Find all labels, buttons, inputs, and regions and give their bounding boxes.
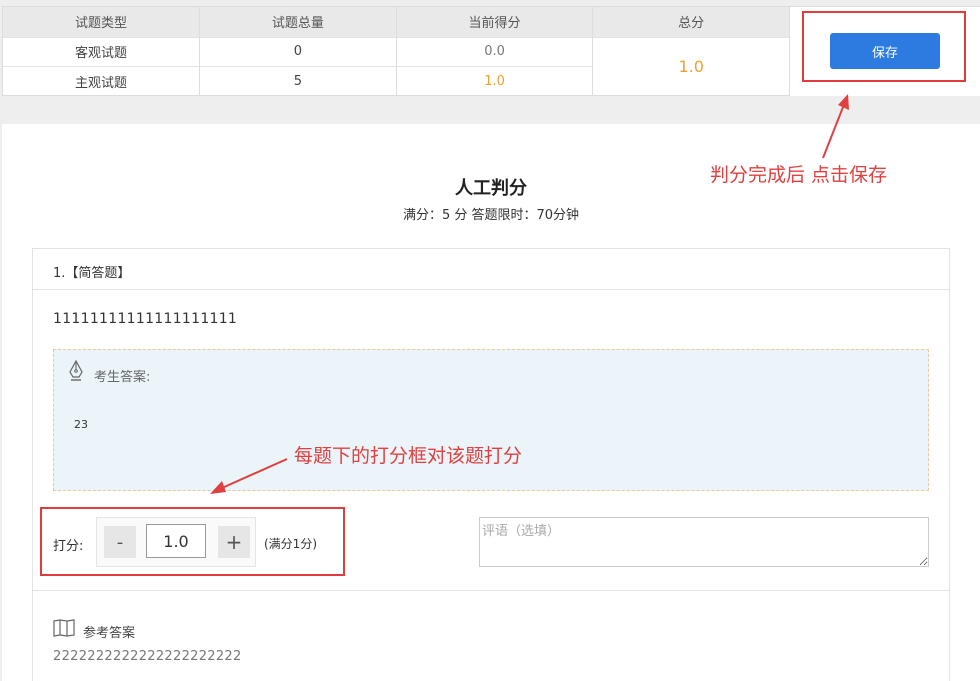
score-summary-table: 试题类型 试题总量 当前得分 总分 客观试题 0 0.0 1.0 主观试题 5 … — [3, 7, 790, 96]
header-question-type: 试题类型 — [3, 7, 201, 38]
row-type: 主观试题 — [3, 66, 201, 96]
score-hint-annotation: 每题下的打分框对该题打分 — [294, 445, 523, 467]
save-highlight-box — [802, 11, 966, 82]
grading-panel: 人工判分 满分：5 分 答题限时：70分钟 1.【简答题】 1111111111… — [2, 124, 980, 681]
row-score: 1.0 — [396, 66, 594, 96]
row-count: 0 — [199, 36, 397, 67]
pen-nib-icon — [69, 360, 83, 381]
student-answer-box: 考生答案: 23 — [53, 349, 929, 491]
header-current-score: 当前得分 — [396, 7, 594, 38]
question-header: 1.【简答题】 — [33, 249, 949, 290]
save-hint-annotation: 判分完成后 点击保存 — [710, 164, 888, 186]
question-text: 11111111111111111111 — [53, 311, 238, 327]
divider — [33, 590, 949, 591]
header-total-score: 总分 — [592, 7, 790, 38]
answer-label: 考生答案: — [94, 370, 151, 385]
table-row: 客观试题 0 0.0 1.0 — [3, 36, 790, 96]
total-score: 1.0 — [592, 36, 790, 96]
row-score: 0.0 — [396, 36, 594, 67]
score-highlight-box — [40, 507, 345, 576]
exam-info: 满分：5 分 答题限时：70分钟 — [402, 208, 580, 223]
reference-answer-text: 2222222222222222222222 — [53, 649, 242, 664]
row-count: 5 — [199, 66, 397, 96]
book-icon — [53, 619, 75, 637]
answer-text: 23 — [74, 418, 88, 431]
save-arrowhead — [838, 94, 849, 110]
header-question-count: 试题总量 — [199, 7, 397, 38]
comment-field[interactable] — [479, 517, 929, 567]
reference-answer-label: 参考答案 — [83, 626, 136, 641]
row-type: 客观试题 — [3, 36, 201, 67]
